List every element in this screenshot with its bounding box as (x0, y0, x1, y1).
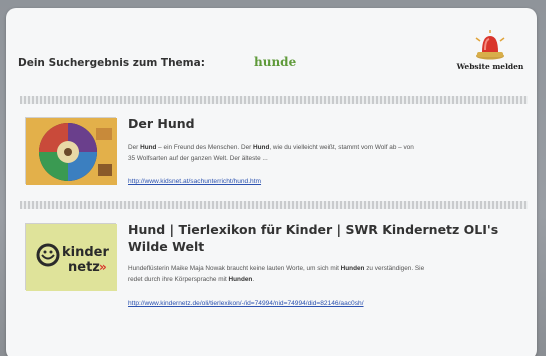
result-thumbnail-kindernetz[interactable]: kinder netz » (25, 223, 117, 291)
result-title-hund[interactable]: Der Hund (128, 116, 195, 132)
snippet-highlight: Hunden (228, 276, 253, 283)
result-snippet-kindernetz: Hundeflüsterin Maike Maja Nowak braucht … (128, 263, 428, 285)
svg-text:»: » (99, 260, 107, 274)
divider (20, 96, 528, 104)
report-website-label: Website melden (456, 62, 524, 71)
snippet-highlight: Hunden (340, 265, 365, 272)
results-heading: Dein Suchergebnis zum Thema: (18, 57, 205, 69)
divider (20, 201, 528, 209)
result-thumbnail-hund[interactable] (25, 117, 117, 185)
snippet-text: Der (128, 144, 141, 151)
logo-text-netz: netz (68, 260, 100, 275)
kindernetz-logo-icon: kinder netz » (26, 224, 117, 291)
snippet-text: . (252, 276, 255, 283)
dog-wheel-image (26, 118, 117, 185)
snippet-highlight: Hund (140, 144, 157, 151)
logo-text-kinder: kinder (62, 245, 109, 260)
siren-icon (475, 30, 505, 60)
report-website-button[interactable]: Website melden (450, 30, 530, 80)
snippet-text: – ein Freund des Menschen. Der (156, 144, 254, 151)
result-snippet-hund: Der Hund – ein Freund des Menschen. Der … (128, 142, 418, 164)
result-url-hund[interactable]: http://www.kidsnet.at/sachunterricht/hun… (128, 178, 261, 185)
snippet-highlight: Hund (253, 144, 270, 151)
snippet-text: Hundeflüsterin Maike Maja Nowak braucht … (128, 265, 341, 272)
result-title-kindernetz-line2[interactable]: Wilde Welt (128, 239, 204, 255)
search-query: hunde (254, 55, 297, 69)
result-title-kindernetz-line1[interactable]: Hund | Tierlexikon für Kinder | SWR Kind… (128, 222, 498, 238)
result-url-kindernetz[interactable]: http://www.kindernetz.de/oli/tierlexikon… (128, 300, 364, 307)
